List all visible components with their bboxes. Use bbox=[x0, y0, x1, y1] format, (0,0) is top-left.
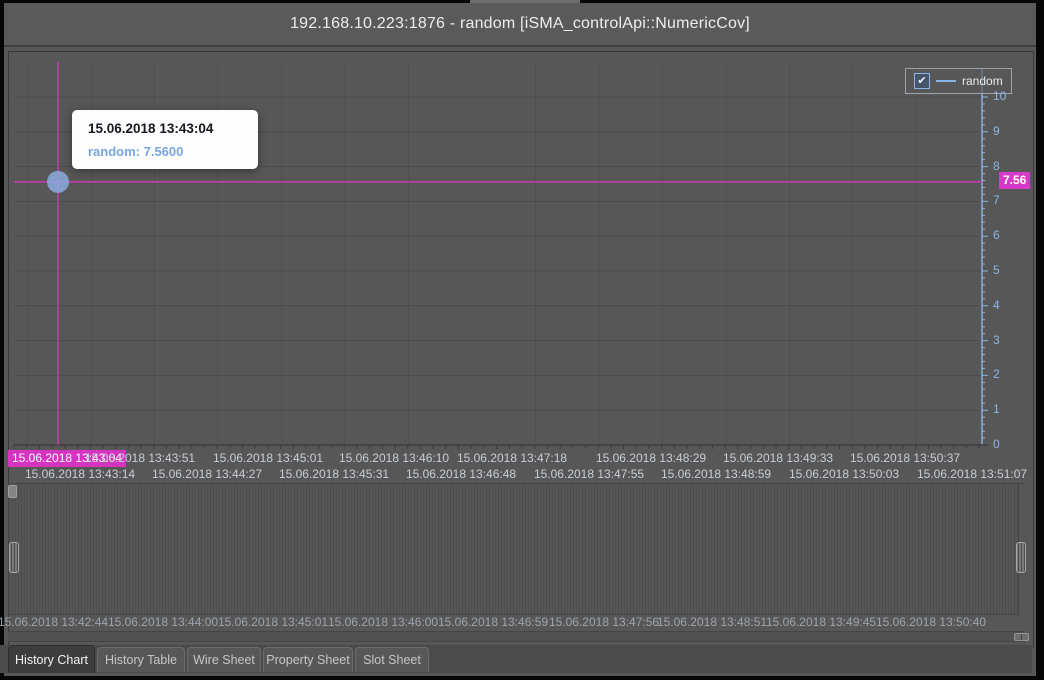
tooltip-value: random: 7.5600 bbox=[88, 144, 246, 159]
x-tick-label: 15.06.2018 13:44:27 bbox=[152, 467, 262, 481]
y-tick-label: 9 bbox=[993, 124, 1023, 138]
x-tick-label: 15.06.2018 13:48:59 bbox=[661, 467, 771, 481]
y-tick-label: 7 bbox=[993, 193, 1023, 207]
overview-scrollbar-thumb[interactable] bbox=[1014, 633, 1029, 641]
legend-checkbox[interactable]: ✔ bbox=[914, 73, 930, 89]
splitter-track bbox=[8, 483, 1025, 484]
x-tick-label: 15.06.2018 13:43:14 bbox=[25, 467, 135, 481]
app-window: 192.168.10.223:1876 - random [iSMA_contr… bbox=[0, 0, 1044, 680]
y-tick-label: 4 bbox=[993, 298, 1023, 312]
x-tick-label: 15.06.2018 13:45:31 bbox=[279, 467, 389, 481]
x-tick-label: 15.06.2018 13:50:03 bbox=[789, 467, 899, 481]
crosshair-value-badge: 7.56 bbox=[999, 172, 1030, 189]
tab-wire-sheet[interactable]: Wire Sheet bbox=[187, 647, 261, 672]
range-handle-left[interactable] bbox=[9, 542, 19, 573]
overview-tick-label: 15.06.2018 13:42:44 bbox=[0, 615, 108, 629]
tooltip-timestamp: 15.06.2018 13:43:04 bbox=[88, 121, 246, 136]
tab-history-chart[interactable]: History Chart bbox=[8, 645, 95, 673]
overview-tick-label: 15.06.2018 13:46:00 bbox=[328, 615, 438, 629]
y-tick-label: 2 bbox=[993, 367, 1023, 381]
x-tick-label: 15.06.2018 13:51:07 bbox=[917, 467, 1027, 481]
y-tick-label: 8 bbox=[993, 159, 1023, 173]
overview-tick-label: 15.06.2018 13:46:59 bbox=[438, 615, 548, 629]
overview-tick-label: 15.06.2018 13:45:01 bbox=[218, 615, 328, 629]
x-tick-label: 15.06.2018 13:43:51 bbox=[85, 451, 195, 465]
tab-slot-sheet[interactable]: Slot Sheet bbox=[355, 647, 429, 672]
y-tick-label: 0 bbox=[993, 437, 1023, 451]
x-tick-label: 15.06.2018 13:49:33 bbox=[723, 451, 833, 465]
window-title: 192.168.10.223:1876 - random [iSMA_contr… bbox=[290, 15, 750, 33]
selected-point-marker bbox=[47, 171, 69, 193]
x-tick-label: 15.06.2018 13:46:10 bbox=[339, 451, 449, 465]
y-tick-label: 3 bbox=[993, 333, 1023, 347]
window-frame-bottom bbox=[0, 676, 1044, 680]
x-tick-label: 15.06.2018 13:48:29 bbox=[596, 451, 706, 465]
y-tick-label: 6 bbox=[993, 228, 1023, 242]
overview-tick-label: 15.06.2018 13:50:40 bbox=[876, 615, 986, 629]
overview-tick-label: 15.06.2018 13:48:51 bbox=[657, 615, 767, 629]
splitter-handle[interactable] bbox=[8, 485, 17, 498]
x-tick-label: 15.06.2018 13:50:37 bbox=[850, 451, 960, 465]
range-handle-right[interactable] bbox=[1016, 542, 1026, 573]
overview-scrollbar-track[interactable] bbox=[8, 631, 1025, 642]
check-icon: ✔ bbox=[917, 76, 926, 87]
overview-tick-label: 15.06.2018 13:44:00 bbox=[108, 615, 218, 629]
y-tick-label: 1 bbox=[993, 402, 1023, 416]
tab-property-sheet[interactable]: Property Sheet bbox=[263, 647, 353, 672]
legend-line-sample bbox=[936, 80, 956, 82]
x-tick-label: 15.06.2018 13:47:18 bbox=[457, 451, 567, 465]
y-axis-ticks bbox=[982, 97, 988, 445]
tab-history-table[interactable]: History Table bbox=[97, 647, 185, 672]
x-tick-label: 15.06.2018 13:47:55 bbox=[534, 467, 644, 481]
y-tick-label: 10 bbox=[993, 89, 1023, 103]
overview-tick-label: 15.06.2018 13:49:45 bbox=[766, 615, 876, 629]
legend-series-label: random bbox=[962, 74, 1003, 88]
x-tick-label: 15.06.2018 13:46:48 bbox=[406, 467, 516, 481]
tooltip: 15.06.2018 13:43:04 random: 7.5600 bbox=[72, 110, 258, 169]
overview-tick-label: 15.06.2018 13:47:56 bbox=[549, 615, 659, 629]
title-bar: 192.168.10.223:1876 - random [iSMA_contr… bbox=[4, 3, 1036, 47]
x-tick-label: 15.06.2018 13:45:01 bbox=[213, 451, 323, 465]
view-tab-bar: History Chart History Table Wire Sheet P… bbox=[0, 645, 1032, 673]
y-tick-label: 5 bbox=[993, 263, 1023, 277]
